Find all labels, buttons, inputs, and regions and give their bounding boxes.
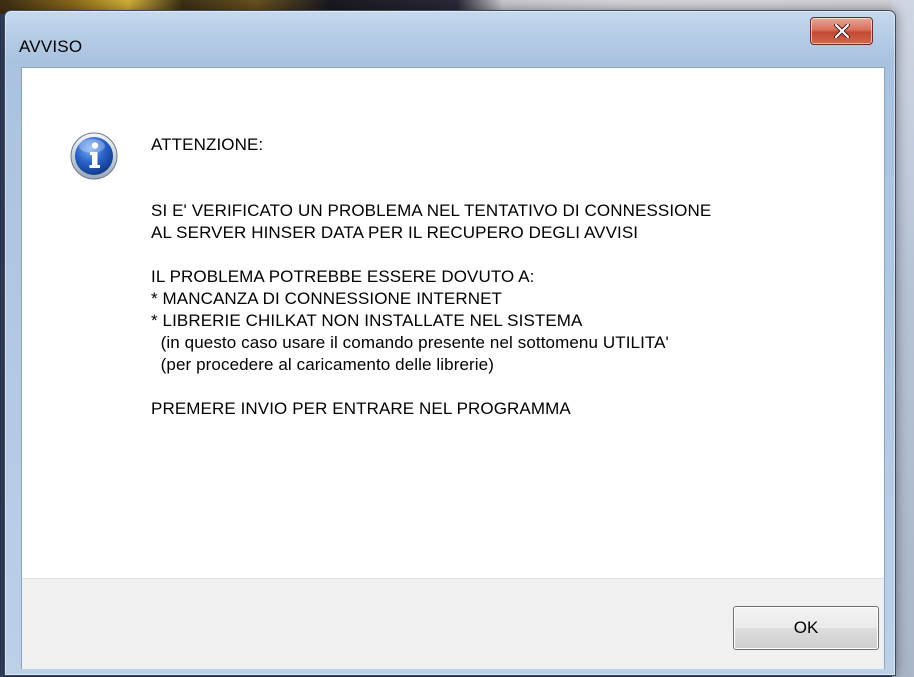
message-area: ATTENZIONE: SI E' VERIFICATO UN PROBLEMA… bbox=[22, 68, 884, 588]
message-line: ATTENZIONE: bbox=[151, 135, 264, 154]
window-title: AVVISO bbox=[19, 37, 83, 56]
button-bar: OK bbox=[22, 578, 884, 669]
dialog-message: ATTENZIONE: SI E' VERIFICATO UN PROBLEMA… bbox=[151, 134, 871, 420]
close-button[interactable] bbox=[810, 17, 873, 45]
close-icon bbox=[833, 24, 850, 38]
message-line: (in questo caso usare il comando present… bbox=[151, 333, 669, 352]
info-icon bbox=[70, 132, 118, 180]
message-line: * LIBRERIE CHILKAT NON INSTALLATE NEL SI… bbox=[151, 311, 583, 330]
message-line: AL SERVER HINSER DATA PER IL RECUPERO DE… bbox=[151, 223, 639, 242]
message-line: IL PROBLEMA POTREBBE ESSERE DOVUTO A: bbox=[151, 267, 535, 286]
title-bar[interactable]: AVVISO bbox=[5, 11, 895, 65]
message-line: * MANCANZA DI CONNESSIONE INTERNET bbox=[151, 289, 502, 308]
message-line bbox=[151, 178, 871, 200]
dialog-client-area: ATTENZIONE: SI E' VERIFICATO UN PROBLEMA… bbox=[21, 67, 885, 669]
message-line bbox=[151, 376, 871, 398]
ok-button[interactable]: OK bbox=[733, 606, 879, 650]
message-line bbox=[151, 244, 871, 266]
message-line bbox=[151, 156, 871, 178]
dialog-window: AVVISO ATTENZIONE: SI E' VERIFICATO UN P… bbox=[4, 10, 896, 676]
message-line: SI E' VERIFICATO UN PROBLEMA NEL TENTATI… bbox=[151, 201, 712, 220]
message-line: PREMERE INVIO PER ENTRARE NEL PROGRAMMA bbox=[151, 399, 571, 418]
message-line: (per procedere al caricamento delle libr… bbox=[151, 355, 494, 374]
